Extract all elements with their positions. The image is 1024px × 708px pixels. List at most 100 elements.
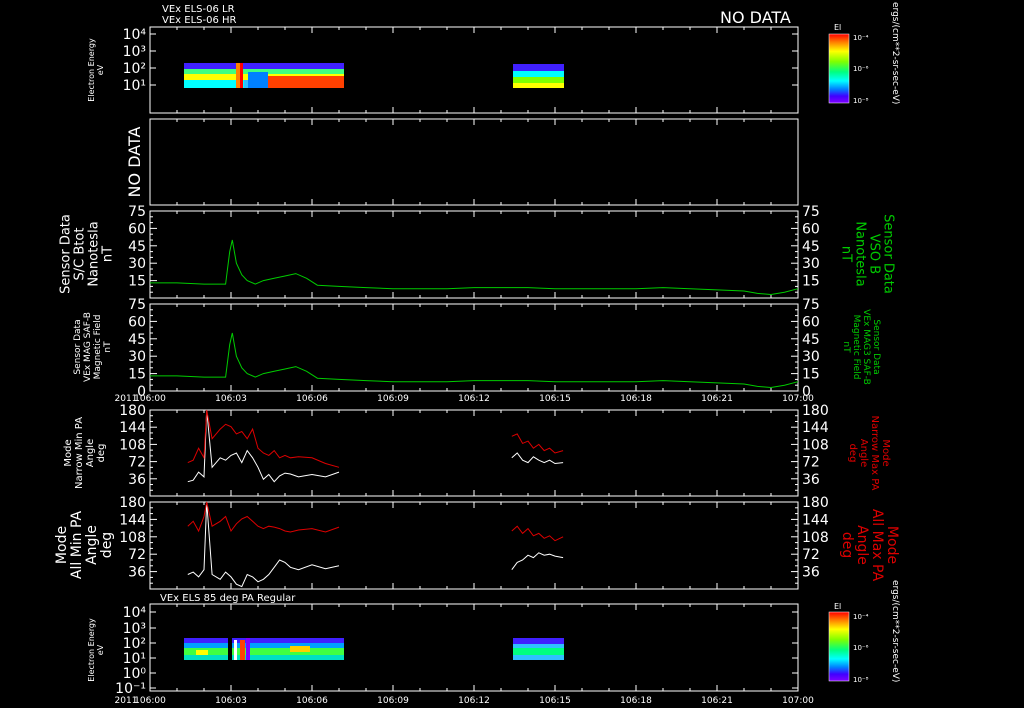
- right-axis-title-mag3: Sensor DataVEx MAG3 SAF-BMagnetic Fieldn…: [841, 309, 881, 385]
- y-tick-label-right: 60: [802, 314, 820, 330]
- dataset-title-lr: VEx ELS-06 LR: [162, 4, 235, 15]
- y-tick-label: 180: [119, 495, 146, 511]
- colorbar-top-tick-0: 10⁻⁴: [853, 34, 869, 42]
- axis-title-line: Sensor Data: [73, 319, 83, 374]
- y-tick-label: 72: [128, 547, 146, 563]
- y-tick-label-right: 75: [802, 297, 820, 313]
- series-all-min-pa-line: [511, 552, 564, 570]
- axis-title-line: Electron Energy: [87, 38, 96, 102]
- y-tick-label-right: 45: [802, 332, 820, 348]
- y-tick-label-right: 0: [802, 384, 811, 400]
- axis-title-line: Narrow Max PA: [869, 416, 880, 491]
- y-tick-label: 10³: [123, 44, 146, 60]
- axis-title-line: nT: [839, 246, 854, 262]
- y-axis-title-electron-energy: Electron Energy eV: [87, 38, 105, 102]
- y-tick-label: 45: [128, 332, 146, 348]
- axis-title-line: deg: [99, 532, 115, 558]
- x-axis-tick-label: 106:15: [539, 394, 571, 404]
- y-tick-label-right: 30: [802, 256, 820, 272]
- axis-title-line: Angle: [854, 525, 870, 565]
- axis-title-line: Sensor Data: [881, 214, 896, 294]
- x-axis-tick-label: 106:18: [620, 696, 652, 706]
- panel-85deg-title: VEx ELS 85 deg PA Regular: [160, 593, 296, 604]
- y-tick-label: 60: [128, 314, 146, 330]
- axis-title-line: eV: [96, 64, 105, 75]
- y-tick-label-right: 30: [802, 349, 820, 365]
- y-tick-label: 10⁻¹: [115, 681, 146, 697]
- axis-title-line: All Max PA: [869, 509, 885, 582]
- colorbar-bottom-title: El: [834, 602, 841, 611]
- series-narrow-max-pa-line: [511, 433, 564, 454]
- series-mag-field-line: [150, 332, 799, 389]
- x-axis-tick-label: 106:00: [134, 696, 166, 706]
- y-tick-label-right: 144: [802, 420, 829, 436]
- axis-title-line: eV: [96, 644, 105, 655]
- x-axis-tick-label: 106:18: [620, 394, 652, 404]
- colorbar-top-title: El: [834, 23, 841, 32]
- axis-title-line: Mode: [54, 526, 70, 564]
- y-tick-label: 0: [137, 384, 146, 400]
- y-tick-label: 10²: [123, 636, 146, 652]
- y-tick-label-right: 36: [802, 472, 820, 488]
- spectrogram-lr-segment-1: [184, 63, 344, 88]
- y-axis-title-btot: Sensor Data S/C Btot Nanotesla nT: [58, 214, 115, 294]
- axis-title-line: nT: [100, 246, 115, 262]
- x-axis-tick-label: 106:03: [215, 696, 247, 706]
- axis-title-line: deg: [96, 444, 107, 463]
- colorbar-top-tick-2: 10⁻⁸: [853, 97, 869, 105]
- x-axis-tick-label: 106:06: [296, 394, 328, 404]
- y-tick-label: 10¹: [123, 651, 146, 667]
- axis-title-line: deg: [839, 532, 855, 558]
- axis-title-line: Angle: [858, 439, 869, 467]
- spectrogram-85deg-segment-1: [184, 638, 344, 660]
- axis-title-line: Mode: [63, 439, 74, 466]
- x-axis-tick-label: 107:00: [782, 696, 814, 706]
- y-tick-label: 30: [128, 349, 146, 365]
- y-tick-label-right: 144: [802, 512, 829, 528]
- axis-title-line: Magnetic Field: [851, 315, 861, 380]
- y-tick-label-right: 108: [802, 530, 829, 546]
- y-tick-label: 45: [128, 239, 146, 255]
- axis-title-line: VSO B: [867, 234, 882, 274]
- right-axis-title-vso-b: Sensor DataVSO BNanoteslanT: [839, 214, 896, 294]
- colorbar-bottom-unit: ergs/(cm**2-sr-sec-eV): [890, 580, 900, 682]
- y-tick-label-right: 60: [802, 221, 820, 237]
- y-tick-label: 180: [119, 403, 146, 419]
- y-tick-label-right: 36: [802, 565, 820, 581]
- panel-narrow-pa-frame: [149, 409, 799, 497]
- x-axis-tick-label: 106:21: [701, 394, 733, 404]
- y-tick-label-right: 108: [802, 437, 829, 453]
- y-tick-label: 60: [128, 221, 146, 237]
- series-all-min-pa-line: [187, 501, 340, 588]
- y-tick-label: 144: [119, 420, 146, 436]
- axis-title-line: VEx MAG SAF-B: [83, 312, 93, 382]
- y-tick-label-right: 45: [802, 239, 820, 255]
- y-tick-label: 108: [119, 437, 146, 453]
- x-axis-tick-label: 106:09: [377, 394, 409, 404]
- right-axis-title-all-max-pa: ModeAll Max PAAngledeg: [839, 509, 900, 582]
- y-axis-title-mag-field: Sensor Data VEx MAG SAF-B Magnetic Field nT: [73, 312, 113, 382]
- axis-title-line: nT: [103, 341, 113, 353]
- axis-title-line: Mode: [880, 439, 891, 466]
- y-tick-label-right: 75: [802, 204, 820, 220]
- y-tick-label: 108: [119, 530, 146, 546]
- y-tick-label: 75: [128, 297, 146, 313]
- series-narrow-max-pa-line: [187, 409, 340, 468]
- axis-title-line: S/C Btot: [72, 228, 87, 281]
- axis-title-line: Nanotesla: [86, 221, 101, 286]
- panel-all-pa-frame: [149, 501, 799, 590]
- y-tick-label: 10⁰: [123, 666, 147, 682]
- y-tick-label: 30: [128, 256, 146, 272]
- y-tick-label: 75: [128, 204, 146, 220]
- y-tick-label: 10¹: [123, 78, 146, 94]
- series-all-max-pa-line: [187, 501, 340, 533]
- y-tick-label-right: 72: [802, 547, 820, 563]
- y-tick-label: 15: [128, 274, 146, 290]
- spectrogram-lr-segment-2: [513, 64, 564, 88]
- no-data-vertical-label: NO DATA: [125, 127, 144, 198]
- x-axis-tick-label: 106:06: [296, 696, 328, 706]
- y-tick-label: 10²: [123, 61, 146, 77]
- axis-title-line: Sensor Data: [871, 319, 881, 374]
- x-axis-tick-label: 106:15: [539, 696, 571, 706]
- x-axis-tick-label: 106:12: [458, 696, 490, 706]
